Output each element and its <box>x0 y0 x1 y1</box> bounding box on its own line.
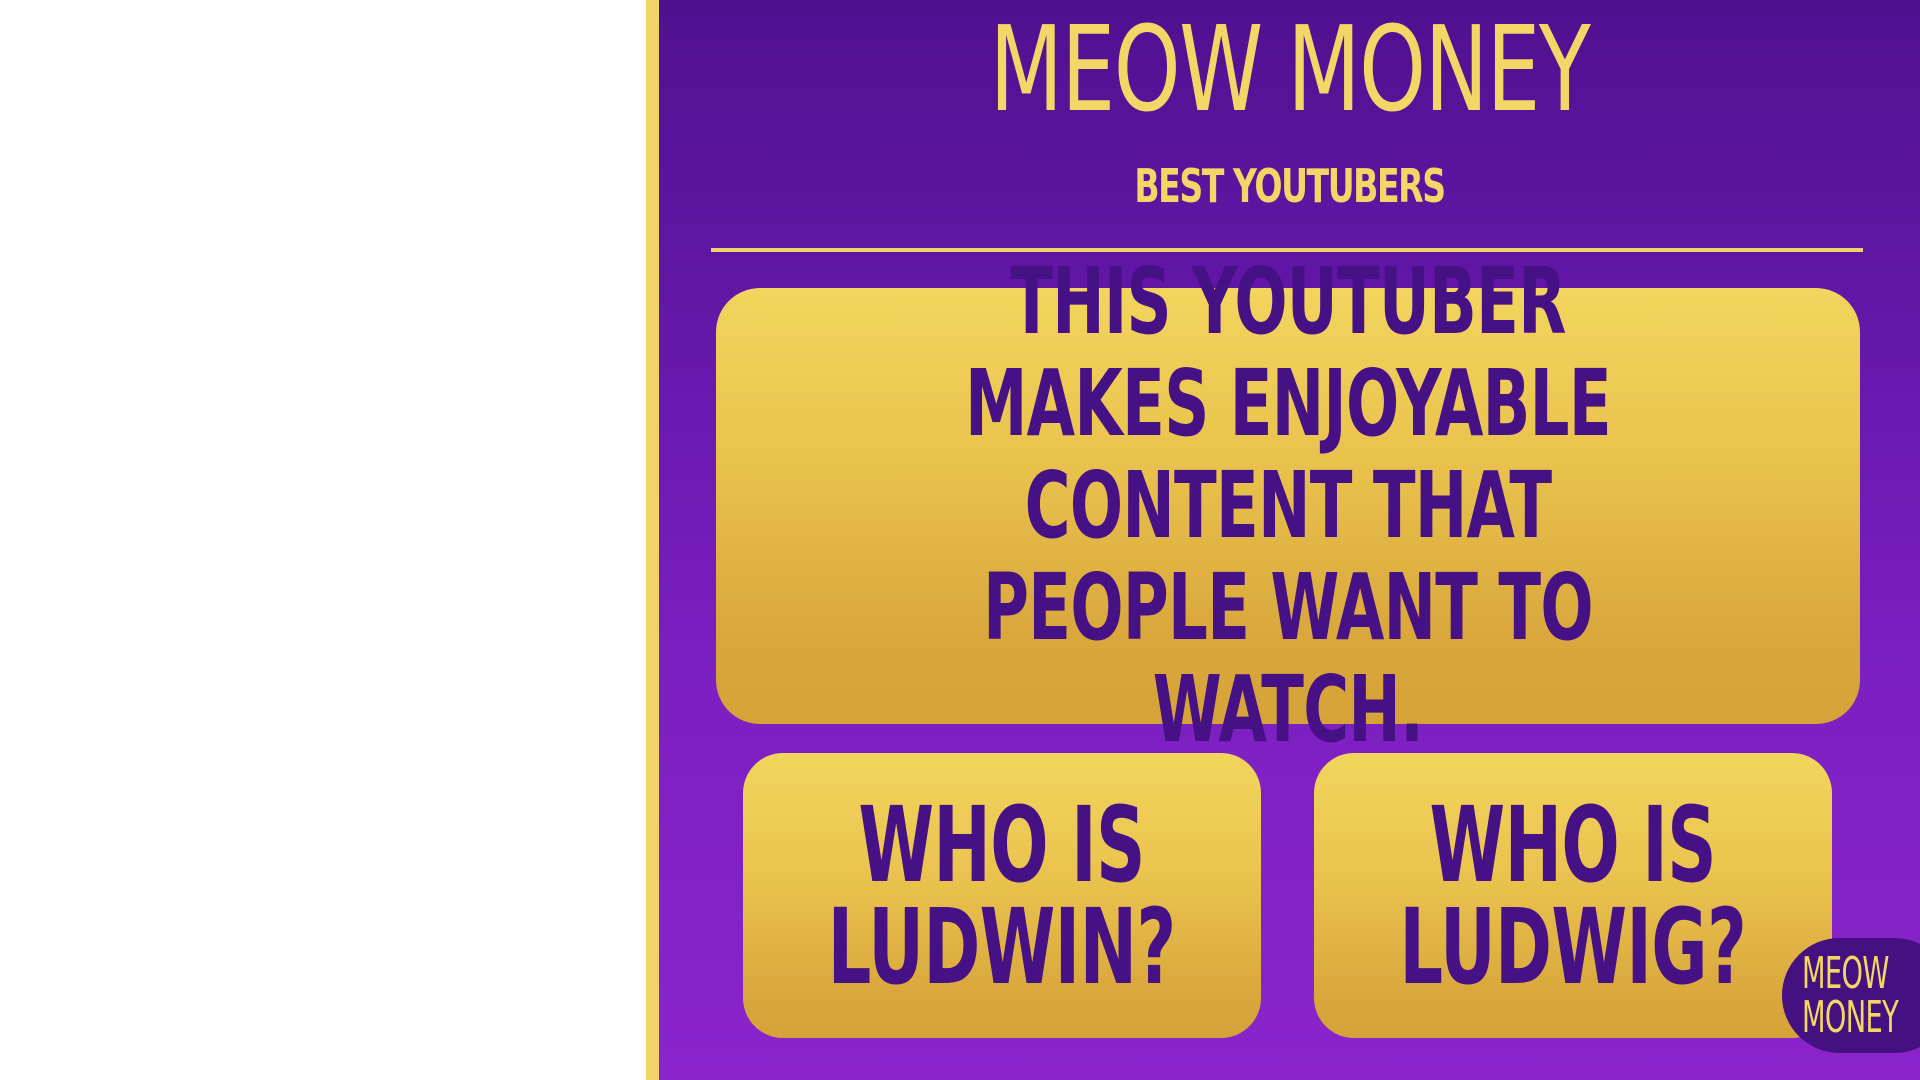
game-panel: MEOW MONEY BEST YOUTUBERS THIS YOUTUBER … <box>646 0 1920 1080</box>
answer-option-1[interactable]: WHO IS LUDWIN? <box>743 753 1261 1038</box>
blank-left-area <box>0 0 646 1080</box>
meow-money-logo: MEOW MONEY <box>1782 938 1920 1053</box>
answer-option-1-label: WHO IS LUDWIN? <box>828 783 1177 1008</box>
logo-text: MEOW MONEY <box>1802 947 1899 1043</box>
clue-card: THIS YOUTUBER MAKES ENJOYABLE CONTENT TH… <box>716 251 1860 761</box>
category-title: BEST YOUTUBERS <box>1134 159 1446 213</box>
game-title: MEOW MONEY <box>989 0 1591 138</box>
clue-text: THIS YOUTUBER MAKES ENJOYABLE CONTENT TH… <box>965 248 1612 763</box>
answer-option-2[interactable]: WHO IS LUDWIG? <box>1314 753 1832 1038</box>
answer-option-2-label: WHO IS LUDWIG? <box>1399 783 1747 1008</box>
